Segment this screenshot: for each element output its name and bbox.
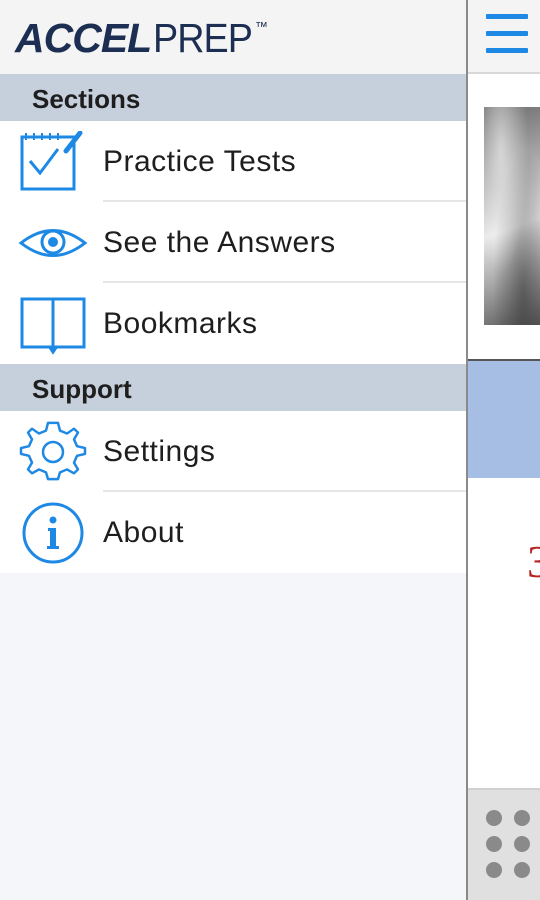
score-digit: 3 [527, 536, 540, 587]
menu-item-label: About [103, 516, 184, 549]
hamburger-menu-icon[interactable] [486, 12, 530, 58]
section-header-support: Support [0, 364, 466, 411]
grid-dots-icon[interactable] [486, 810, 540, 886]
checklist-icon [20, 131, 83, 191]
gear-icon [19, 421, 87, 481]
book-icon [20, 297, 86, 355]
app-logo: ACCEL PREP ™ [15, 14, 268, 62]
content-card [468, 478, 540, 790]
logo-prep: PREP [153, 15, 253, 61]
logo-bar: ACCEL PREP ™ [0, 0, 466, 74]
menu-item-label: Practice Tests [103, 145, 297, 178]
menu-item-about[interactable]: About [0, 492, 466, 573]
info-band [468, 361, 540, 478]
menu-item-bookmarks[interactable]: Bookmarks [0, 283, 466, 364]
menu-item-label: See the Answers [103, 226, 336, 259]
logo-accel: ACCEL [15, 15, 152, 61]
eye-icon [18, 229, 88, 257]
drawer-edge [466, 0, 468, 900]
hero-photo-shading [484, 107, 540, 325]
menu-item-settings[interactable]: Settings [0, 411, 466, 492]
section-header-sections: Sections [0, 74, 466, 121]
info-icon [22, 502, 84, 564]
menu-item-label: Settings [103, 435, 216, 468]
section-header-label: Support [32, 374, 132, 404]
menu-item-see-the-answers[interactable]: See the Answers [0, 202, 466, 283]
navigation-drawer: ACCEL PREP ™ Sections Practice Tests See… [0, 0, 466, 900]
section-header-label: Sections [32, 84, 141, 114]
menu-item-practice-tests[interactable]: Practice Tests [0, 121, 466, 202]
logo-trademark: ™ [254, 19, 268, 34]
menu-item-label: Bookmarks [103, 307, 258, 340]
